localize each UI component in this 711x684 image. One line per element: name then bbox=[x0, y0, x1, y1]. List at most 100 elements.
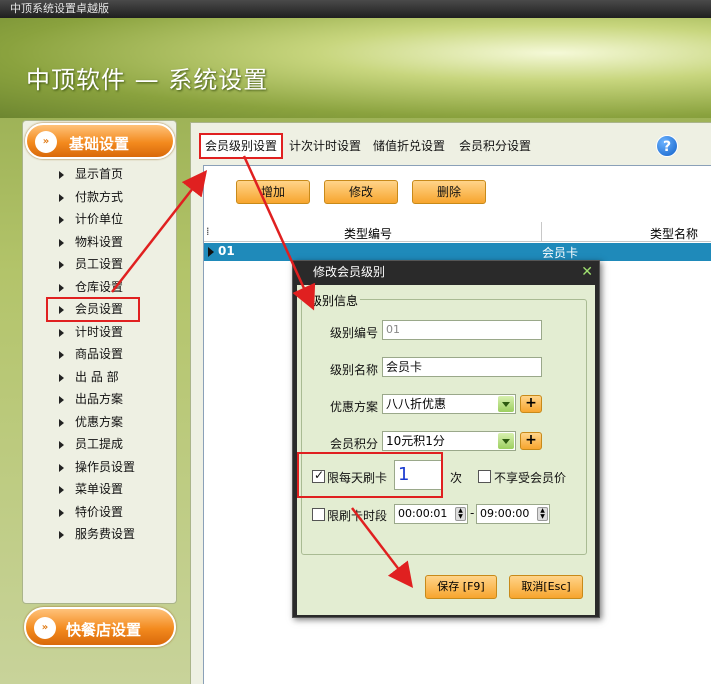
add-discount-plan-button[interactable]: + bbox=[520, 395, 542, 413]
discount-select[interactable]: 八八折优惠 bbox=[382, 394, 516, 414]
save-button[interactable]: 保存 [F9] bbox=[425, 575, 497, 599]
tab-count-timing[interactable]: 计次计时设置 bbox=[285, 133, 365, 159]
column-header-code[interactable]: 类型编号 bbox=[344, 225, 392, 242]
triangle-right-icon bbox=[59, 441, 64, 449]
tab-member-level[interactable]: 会员级别设置 bbox=[199, 133, 283, 159]
no-member-price-label: 不享受会员价 bbox=[494, 471, 567, 485]
column-divider bbox=[541, 222, 542, 242]
add-button[interactable]: 增加 bbox=[236, 180, 310, 204]
sidebar-item-label: 特价设置 bbox=[75, 504, 124, 519]
sidebar-item-label: 会员设置 bbox=[75, 302, 124, 316]
window-titlebar: 中顶系统设置卓越版 bbox=[0, 0, 711, 18]
sidebar-item-label: 出 品 部 bbox=[75, 369, 119, 384]
time-from-spinner[interactable]: 00:00:01 ▲ ▼ bbox=[394, 504, 468, 524]
sidebar-item-service-fee[interactable]: 服务费设置 bbox=[53, 523, 173, 546]
tab-label: 储值折兑设置 bbox=[372, 139, 445, 153]
sidebar-item-product[interactable]: 商品设置 bbox=[53, 343, 173, 366]
triangle-right-icon bbox=[59, 216, 64, 224]
sidebar-item-output-plan[interactable]: 出品方案 bbox=[53, 388, 173, 411]
sidebar-item-label: 出品方案 bbox=[75, 392, 124, 406]
sidebar-item-unit[interactable]: 计价单位 bbox=[53, 208, 173, 231]
delete-button[interactable]: 删除 bbox=[412, 180, 486, 204]
triangle-right-icon bbox=[59, 283, 64, 292]
sidebar-item-label: 商品设置 bbox=[75, 347, 124, 361]
level-name-label: 级别名称 bbox=[330, 363, 379, 377]
triangle-right-icon bbox=[59, 328, 64, 337]
time-limit-checkbox[interactable] bbox=[312, 508, 325, 521]
column-header-name[interactable]: 类型名称 bbox=[650, 225, 698, 242]
no-member-price-checkbox[interactable] bbox=[478, 470, 491, 483]
row-pointer-icon bbox=[208, 247, 214, 257]
triangle-right-icon bbox=[59, 193, 64, 202]
footer-button-label: 快餐店设置 bbox=[66, 621, 142, 639]
cell-code: 01 bbox=[218, 244, 235, 258]
sidebar-item-member[interactable]: 会员设置 bbox=[46, 297, 140, 322]
chevron-down-icon bbox=[498, 396, 514, 412]
dialog-title: 修改会员级别 bbox=[313, 265, 386, 279]
triangle-right-icon bbox=[59, 486, 64, 494]
sidebar-item-commission[interactable]: 员工提成 bbox=[53, 433, 173, 456]
sidebar-item-label: 仓库设置 bbox=[75, 279, 124, 294]
table-row[interactable]: 01 会员卡 bbox=[204, 243, 711, 261]
sidebar-item-label: 菜单设置 bbox=[75, 482, 124, 496]
window-title: 中顶系统设置卓越版 bbox=[10, 2, 109, 15]
sidebar: » 基础设置 显示首页 付款方式 计价单位 物料设置 员工设置 仓库设置 会员设… bbox=[22, 120, 177, 604]
sidebar-item-label: 显示首页 bbox=[75, 167, 124, 181]
app-header: 中顶软件 — 系统设置 bbox=[0, 18, 711, 118]
help-icon[interactable]: ? bbox=[656, 135, 678, 157]
time-from-value: 00:00:01 bbox=[398, 507, 448, 520]
time-to-value: 09:00:00 bbox=[480, 507, 530, 520]
discount-value: 八八折优惠 bbox=[386, 397, 447, 411]
daily-limit-highlight bbox=[297, 452, 443, 498]
sidebar-item-discount-plan[interactable]: 优惠方案 bbox=[53, 411, 173, 434]
spinner-arrows-icon: ▲ ▼ bbox=[537, 507, 548, 521]
sidebar-item-operator[interactable]: 操作员设置 bbox=[53, 456, 173, 479]
level-name-field[interactable]: 会员卡 bbox=[382, 357, 542, 377]
points-value: 10元积1分 bbox=[386, 434, 445, 448]
sidebar-item-label: 优惠方案 bbox=[75, 414, 124, 429]
tab-label: 计次计时设置 bbox=[288, 139, 361, 153]
level-code-label: 级别编号 bbox=[330, 326, 379, 340]
time-limit-label: 限刷卡时段 bbox=[327, 509, 388, 523]
edit-button[interactable]: 修改 bbox=[324, 180, 398, 204]
tab-member-points[interactable]: 会员积分设置 bbox=[453, 133, 537, 159]
points-select[interactable]: 10元积1分 bbox=[382, 431, 516, 451]
page-title: 中顶软件 — 系统设置 bbox=[26, 66, 269, 94]
sidebar-item-label: 付款方式 bbox=[75, 189, 124, 204]
sidebar-section-header[interactable]: » 基础设置 bbox=[25, 123, 175, 159]
table-header: ⁞ 类型编号 类型名称 bbox=[204, 222, 711, 242]
sidebar-item-label: 物料设置 bbox=[75, 234, 124, 249]
time-to-spinner[interactable]: 09:00:00 ▲ ▼ bbox=[476, 504, 550, 524]
level-code-field[interactable]: 01 bbox=[382, 320, 542, 340]
sidebar-item-special-price[interactable]: 特价设置 bbox=[53, 501, 173, 524]
daily-limit-unit: 次 bbox=[450, 471, 463, 485]
triangle-right-icon bbox=[59, 463, 64, 472]
sidebar-item-label: 服务费设置 bbox=[75, 527, 136, 541]
triangle-right-icon bbox=[59, 238, 64, 247]
level-info-group: 级别信息 级别编号 01 级别名称 会员卡 优惠方案 八八折优惠 + 会员积分 … bbox=[301, 292, 587, 555]
sidebar-item-payment[interactable]: 付款方式 bbox=[53, 186, 173, 209]
dialog-body: 级别信息 级别编号 01 级别名称 会员卡 优惠方案 八八折优惠 + 会员积分 … bbox=[297, 285, 595, 615]
tab-stored-value[interactable]: 储值折兑设置 bbox=[367, 133, 451, 159]
sidebar-item-timing[interactable]: 计时设置 bbox=[53, 321, 173, 344]
close-icon[interactable]: ✕ bbox=[581, 264, 593, 280]
sidebar-item-home[interactable]: 显示首页 bbox=[53, 163, 173, 186]
cancel-button[interactable]: 取消[Esc] bbox=[509, 575, 583, 599]
sidebar-item-output-dept[interactable]: 出 品 部 bbox=[53, 366, 173, 389]
tab-label: 会员级别设置 bbox=[204, 139, 277, 153]
sidebar-section-title: 基础设置 bbox=[69, 135, 130, 153]
time-range-separator: - bbox=[470, 506, 475, 520]
points-label: 会员积分 bbox=[330, 437, 379, 451]
sidebar-item-staff[interactable]: 员工设置 bbox=[53, 253, 173, 276]
tab-label: 会员积分设置 bbox=[458, 139, 531, 153]
triangle-right-icon bbox=[59, 261, 64, 269]
fast-food-settings-button[interactable]: » 快餐店设置 bbox=[24, 607, 176, 647]
sidebar-item-label: 员工提成 bbox=[75, 437, 124, 451]
sidebar-item-warehouse[interactable]: 仓库设置 bbox=[53, 276, 173, 299]
triangle-right-icon bbox=[59, 531, 64, 539]
triangle-right-icon bbox=[59, 171, 64, 179]
sidebar-item-menu[interactable]: 菜单设置 bbox=[53, 478, 173, 501]
add-points-rule-button[interactable]: + bbox=[520, 432, 542, 450]
column-gripper-icon: ⁞ bbox=[206, 225, 210, 238]
sidebar-item-material[interactable]: 物料设置 bbox=[53, 231, 173, 254]
